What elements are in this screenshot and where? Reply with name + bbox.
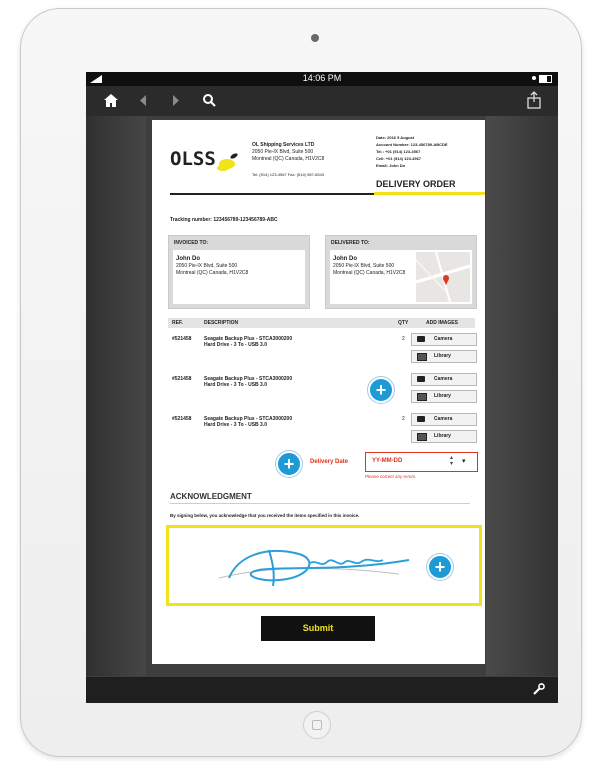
- delivered-to-header: DELIVERED TO:: [331, 240, 370, 246]
- delivery-date-input[interactable]: YY-MM-DD ▴ ▾ ▾: [365, 452, 478, 472]
- logo-wing-icon: [217, 153, 238, 171]
- camera-button[interactable]: Camera: [411, 333, 477, 346]
- invoiced-to-header: INVOICED TO:: [174, 240, 209, 246]
- document-title: DELIVERY ORDER: [376, 179, 456, 189]
- delivered-name: John Do: [333, 256, 357, 262]
- row-qty: 2: [402, 416, 405, 422]
- company-address-1: 2050 Pie-IX Blvd, Suite 500: [252, 149, 314, 155]
- camera-button[interactable]: Camera: [411, 413, 477, 426]
- app-toolbar: [86, 86, 558, 116]
- status-bar: 14:06 PM: [86, 72, 558, 86]
- search-icon[interactable]: [202, 93, 216, 107]
- delivered-to-content: John Do 2050 Pie-IX Blvd, Suite 500 Mont…: [330, 250, 472, 304]
- home-icon[interactable]: [104, 94, 118, 107]
- table-row: #521458 Seagate Backup Plus - STCA300020…: [168, 372, 477, 408]
- screen-right-shade: [486, 116, 558, 676]
- ack-divider: [170, 503, 470, 504]
- row-desc-2: Hard Drive - 3 To - USB 3.0: [204, 422, 267, 428]
- col-description: DESCRIPTION: [204, 320, 239, 326]
- items-table-header: REF. DESCRIPTION QTY ADD IMAGES: [168, 318, 475, 328]
- camera-icon: [417, 416, 425, 422]
- camera-icon: [417, 336, 425, 342]
- camera-label: Camera: [434, 376, 453, 382]
- delivery-order-document: OLSS OL Shipping Services LTD 2050 Pie-I…: [152, 120, 485, 664]
- camera-icon: [417, 376, 425, 382]
- meta-tel: Tel.: +01 (514) 123-4567: [376, 149, 421, 154]
- row-ref: #521458: [172, 376, 192, 382]
- table-row: #521458 Seagate Backup Plus - STCA300020…: [168, 332, 477, 368]
- row-qty: 2: [402, 336, 405, 342]
- library-button[interactable]: Library: [411, 350, 477, 363]
- invoiced-to-box: INVOICED TO: John Do 2050 Pie-IX Blvd, S…: [168, 235, 310, 309]
- picture-icon: [417, 353, 427, 361]
- camera-button[interactable]: Camera: [411, 373, 477, 386]
- add-quantity-plus-icon[interactable]: +: [368, 377, 394, 403]
- picture-icon: [417, 433, 427, 441]
- company-phone-fax: Tel: (514) 123-4567 Fax: (514) 987-6543: [252, 172, 325, 177]
- invoiced-name: John Do: [176, 256, 200, 262]
- camera-label: Camera: [434, 416, 453, 422]
- signature-drawing: [218, 549, 410, 587]
- col-add-images: ADD IMAGES: [426, 320, 458, 326]
- company-address-2: Montreal (QC) Canada, H1V2C8: [252, 156, 325, 162]
- tablet-camera: [311, 34, 319, 42]
- lock-rotation-icon: [532, 76, 536, 80]
- header-divider: [170, 193, 374, 195]
- row-desc-2: Hard Drive - 3 To - USB 3.0: [204, 382, 267, 388]
- meta-cell: Cell: +01 (514) 123-4567: [376, 156, 422, 161]
- row-ref: #521458: [172, 336, 192, 342]
- header-divider-accent: [374, 192, 485, 195]
- invoiced-to-content: John Do 2050 Pie-IX Blvd, Suite 500 Mont…: [173, 250, 305, 304]
- invoiced-address-1: 2050 Pie-IX Blvd, Suite 500: [176, 263, 238, 269]
- signature-pad[interactable]: +: [166, 525, 482, 606]
- invoiced-address-2: Montreal (QC) Canada, H1V2C8: [176, 270, 249, 276]
- company-logo: OLSS: [170, 148, 216, 170]
- home-button-icon: [312, 720, 322, 730]
- forward-arrow-icon[interactable]: [172, 95, 180, 106]
- meta-account: Account Number: 123-456789-ABCDE: [376, 142, 448, 147]
- meta-date: Date: 2016 5 August: [376, 135, 415, 140]
- delivered-to-box: DELIVERED TO: John Do 2050 Pie-IX Blvd, …: [325, 235, 477, 309]
- bottom-bar: [86, 677, 558, 703]
- ack-title: ACKNOWLEDGMENT: [170, 492, 252, 501]
- library-label: Library: [434, 393, 451, 399]
- delivery-date-label: Delivery Date: [310, 459, 349, 465]
- col-ref: REF.: [172, 320, 183, 326]
- share-icon[interactable]: [527, 91, 541, 109]
- col-qty: QTY: [398, 320, 409, 326]
- screen-left-shade: [86, 116, 146, 676]
- tracking-number: Tracking number: 123456789-123456789-ABC: [170, 217, 278, 223]
- delivery-date-placeholder: YY-MM-DD: [372, 458, 403, 464]
- back-arrow-icon[interactable]: [140, 95, 148, 106]
- delivery-map-thumbnail[interactable]: [416, 252, 470, 302]
- library-button[interactable]: Library: [411, 430, 477, 443]
- delivery-date-error: Please correct any errors.: [365, 474, 417, 479]
- library-label: Library: [434, 353, 451, 359]
- company-name: OL Shipping Services LTD: [252, 142, 315, 148]
- delivered-address-1: 2050 Pie-IX Blvd, Suite 500: [333, 263, 395, 269]
- row-desc-2: Hard Drive - 3 To - USB 3.0: [204, 342, 267, 348]
- submit-button[interactable]: Submit: [261, 616, 375, 641]
- library-button[interactable]: Library: [411, 390, 477, 403]
- delivered-address-2: Montreal (QC) Canada, H1V2C8: [333, 270, 406, 276]
- library-label: Library: [434, 433, 451, 439]
- add-signature-plus-icon[interactable]: +: [427, 554, 453, 580]
- status-time: 14:06 PM: [302, 73, 342, 83]
- camera-label: Camera: [434, 336, 453, 342]
- battery-icon: [539, 75, 552, 83]
- date-stepper-icon[interactable]: ▴ ▾: [450, 455, 453, 467]
- table-row: #521458 Seagate Backup Plus - STCA300020…: [168, 412, 477, 448]
- add-date-plus-icon[interactable]: +: [276, 451, 302, 477]
- meta-email: Email: John Do: [376, 163, 406, 168]
- chevron-down-icon[interactable]: ▾: [462, 457, 466, 465]
- row-ref: #521458: [172, 416, 192, 422]
- picture-icon: [417, 393, 427, 401]
- wrench-icon[interactable]: [532, 683, 545, 696]
- ack-text: By signing below, you acknowledge that y…: [170, 513, 360, 518]
